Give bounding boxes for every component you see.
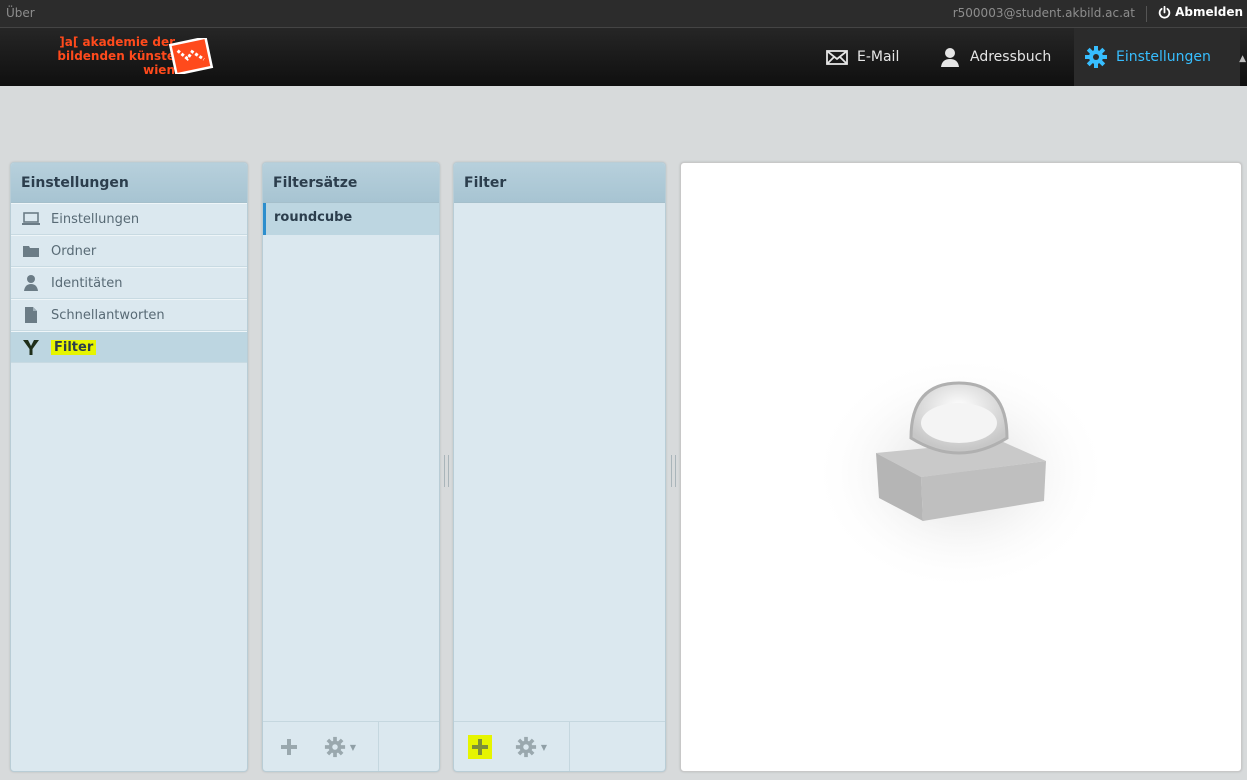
filters-panel: Filter ▼ bbox=[453, 162, 666, 772]
filterset-actions-button[interactable]: ▼ bbox=[323, 735, 356, 759]
nav-mail[interactable]: E-Mail bbox=[825, 28, 899, 86]
filtersets-footer: ▼ bbox=[263, 721, 439, 771]
settings-item-filter[interactable]: Filter bbox=[11, 331, 247, 363]
logo[interactable]: ]a[ akademie der bildenden künste wien bbox=[30, 35, 230, 83]
person-icon bbox=[21, 273, 41, 293]
filter-icon bbox=[21, 337, 41, 357]
filter-actions-button[interactable]: ▼ bbox=[514, 735, 547, 759]
logo-line-3: wien bbox=[143, 63, 175, 77]
divider bbox=[378, 722, 379, 771]
filters-footer: ▼ bbox=[454, 721, 665, 771]
logo-line-2: bildenden künste bbox=[57, 49, 175, 63]
about-link[interactable]: Über bbox=[6, 6, 35, 20]
laptop-icon bbox=[21, 209, 41, 229]
panel-splitter[interactable] bbox=[444, 455, 449, 487]
panel-title: Filtersätze bbox=[263, 163, 439, 203]
panel-splitter[interactable] bbox=[671, 455, 676, 487]
logo-line-1: ]a[ akademie der bbox=[59, 35, 175, 49]
plus-icon bbox=[281, 738, 297, 755]
gear-icon bbox=[515, 736, 537, 757]
settings-item-label: Identitäten bbox=[51, 275, 123, 291]
filterset-item-roundcube[interactable]: roundcube bbox=[263, 203, 439, 235]
add-filter-button[interactable] bbox=[468, 734, 492, 759]
folder-icon bbox=[21, 241, 41, 261]
nav-settings-label: Einstellungen bbox=[1116, 49, 1211, 65]
chevron-down-icon: ▼ bbox=[540, 742, 547, 752]
settings-item-einstellungen[interactable]: Einstellungen bbox=[11, 203, 247, 235]
power-icon bbox=[1158, 5, 1171, 19]
settings-item-label: Ordner bbox=[51, 243, 97, 259]
settings-item-ordner[interactable]: Ordner bbox=[11, 235, 247, 267]
divider bbox=[1146, 6, 1147, 22]
nav-settings[interactable]: Einstellungen bbox=[1074, 28, 1240, 86]
plus-icon bbox=[472, 738, 488, 755]
logout-button[interactable]: Abmelden bbox=[1158, 5, 1243, 19]
add-filterset-button[interactable] bbox=[277, 735, 301, 759]
settings-panel: Einstellungen Einstellungen Ordner Ident… bbox=[10, 162, 248, 772]
user-email: r500003@student.akbild.ac.at bbox=[952, 6, 1135, 20]
logout-label: Abmelden bbox=[1175, 5, 1243, 19]
content-panel bbox=[680, 162, 1242, 772]
settings-item-label: Filter bbox=[51, 339, 97, 355]
mail-icon bbox=[826, 50, 848, 65]
nav-contacts-label: Adressbuch bbox=[970, 49, 1052, 65]
top-bar: Über r500003@student.akbild.ac.at Abmeld… bbox=[0, 0, 1247, 28]
settings-item-identitaeten[interactable]: Identitäten bbox=[11, 267, 247, 299]
logo-text: ]a[ akademie der bildenden künste wien bbox=[30, 35, 175, 77]
nav-contacts[interactable]: Adressbuch bbox=[938, 28, 1051, 86]
gear-icon bbox=[1085, 46, 1107, 68]
panel-title: Einstellungen bbox=[11, 163, 247, 203]
nav-mail-label: E-Mail bbox=[857, 49, 900, 65]
settings-item-label: Einstellungen bbox=[51, 211, 140, 227]
settings-item-label: Schnellantworten bbox=[51, 307, 165, 323]
settings-nav: Einstellungen Ordner Identitäten Schnell… bbox=[11, 203, 247, 363]
roundcube-watermark-icon bbox=[811, 353, 1111, 583]
settings-item-schnellantworten[interactable]: Schnellantworten bbox=[11, 299, 247, 331]
gear-icon bbox=[324, 736, 346, 757]
panel-title: Filter bbox=[454, 163, 665, 203]
document-icon bbox=[21, 305, 41, 325]
header: ]a[ akademie der bildenden künste wien E… bbox=[0, 28, 1247, 86]
chevron-down-icon: ▼ bbox=[349, 742, 356, 752]
divider bbox=[569, 722, 570, 771]
contacts-icon bbox=[941, 48, 959, 67]
logo-mark-icon bbox=[168, 38, 214, 74]
chevron-up-icon[interactable]: ▲ bbox=[1239, 54, 1246, 64]
filtersets-panel: Filtersätze roundcube ▼ bbox=[262, 162, 440, 772]
